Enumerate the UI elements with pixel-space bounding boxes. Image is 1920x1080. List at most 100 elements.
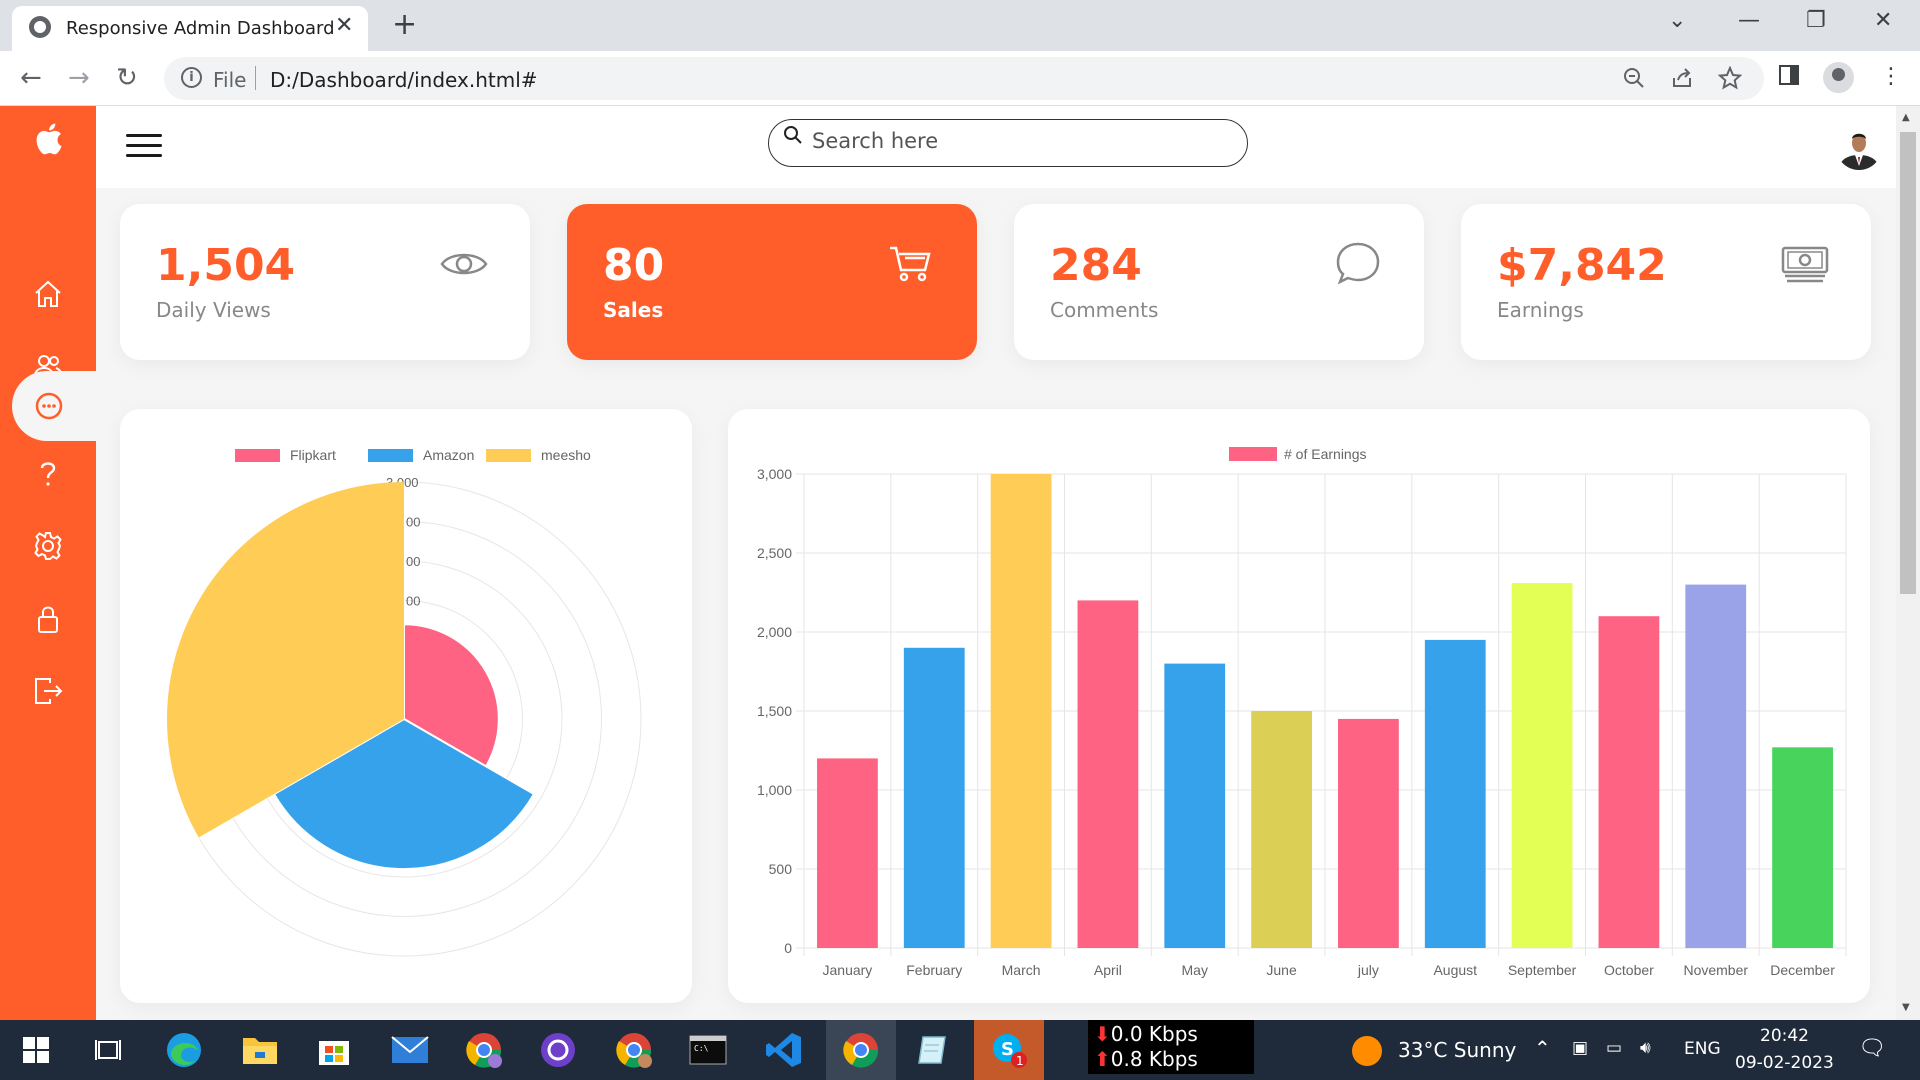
search-icon [784, 126, 802, 144]
minimize-icon[interactable]: — [1738, 8, 1760, 33]
address-bar[interactable]: i File D:/Dashboard/index.html# [164, 57, 1764, 100]
volume-icon[interactable]: 🔊︎ [1640, 1038, 1651, 1058]
task-view-icon[interactable] [86, 1028, 130, 1072]
chrome-profile-icon[interactable] [462, 1028, 506, 1072]
bar-december [1772, 747, 1833, 948]
page-scrollbar[interactable]: ▲ ▼ [1896, 106, 1920, 1020]
card-daily-views[interactable]: 1,504 Daily Views [120, 204, 530, 360]
bar-chart-card: # of Earnings 0 500 1,000 1,500 2,000 2,500 3,0… [728, 409, 1870, 1003]
sidebar-item-messages[interactable] [12, 371, 96, 441]
x-tick-label: April [1094, 962, 1122, 978]
polar-tick-label: 00 [406, 594, 420, 609]
globe-icon [29, 16, 51, 38]
url-text[interactable]: D:/Dashboard/index.html# [270, 68, 538, 92]
forward-arrow-icon[interactable]: → [68, 63, 90, 93]
card-comments[interactable]: 284 Comments [1014, 204, 1424, 360]
window-close-icon[interactable]: ✕ [1874, 8, 1892, 33]
bar-march [990, 474, 1052, 948]
vscode-icon[interactable] [762, 1028, 806, 1072]
windows-start-icon[interactable] [14, 1028, 58, 1072]
polar-area-chart: FlipkartAmazonmeesho3,000000000 [166, 447, 642, 957]
close-tab-icon[interactable]: ✕ [335, 15, 353, 37]
apple-logo-icon[interactable] [33, 122, 63, 156]
clock-time[interactable]: 20:42 [1760, 1026, 1809, 1046]
kebab-menu-icon[interactable]: ⋮ [1880, 64, 1902, 89]
legend-label: Amazon [423, 447, 474, 463]
cart-icon [890, 246, 931, 282]
bar-november [1685, 584, 1747, 948]
x-tick-label: july [1357, 962, 1379, 978]
scroll-down-icon[interactable]: ▼ [1902, 1002, 1910, 1013]
message-icon [35, 392, 63, 420]
battery-icon[interactable]: ▭ [1606, 1038, 1622, 1058]
notepad-icon[interactable] [912, 1028, 956, 1072]
sidebar [0, 106, 96, 1020]
bar-may [1164, 663, 1226, 948]
side-panel-icon[interactable] [1778, 64, 1800, 92]
x-tick-label: December [1770, 962, 1835, 978]
tray-expand-icon[interactable]: ⌃ [1534, 1036, 1551, 1060]
chrome-profile-2-icon[interactable] [612, 1028, 656, 1072]
eye-icon [440, 253, 488, 275]
search-box[interactable] [768, 119, 1248, 167]
x-tick-label: October [1604, 962, 1654, 978]
network-speed-widget: ⬇0.0 Kbps ⬆0.8 Kbps [1088, 1020, 1254, 1074]
x-tick-label: September [1508, 962, 1577, 978]
card-label: Earnings [1497, 298, 1584, 322]
y-tick-label: 2,500 [757, 545, 792, 561]
card-number: 80 [603, 240, 665, 291]
terminal-icon[interactable]: C:\ [686, 1028, 730, 1072]
meet-now-icon[interactable]: ▣ [1572, 1038, 1588, 1058]
sun-weather-icon[interactable] [1352, 1036, 1382, 1066]
card-label: Sales [603, 298, 664, 322]
chrome-active-icon[interactable] [826, 1020, 896, 1080]
legend-swatch [235, 449, 280, 462]
browser-tab[interactable]: Responsive Admin Dashboard ✕ [12, 6, 368, 51]
tab-search-chevron-icon[interactable]: ⌄ [1668, 8, 1686, 33]
github-desktop-icon[interactable] [536, 1028, 580, 1072]
x-tick-label: May [1182, 962, 1208, 978]
clock-date[interactable]: 09-02-2023 [1735, 1053, 1834, 1073]
menu-toggle-icon[interactable] [126, 134, 162, 158]
reload-icon[interactable]: ↻ [116, 63, 138, 93]
share-icon[interactable] [1670, 66, 1694, 96]
search-input[interactable] [812, 129, 1232, 153]
polar-tick-label: 00 [406, 515, 420, 530]
logout-icon [35, 678, 63, 704]
card-earnings[interactable]: $7,842 Earnings [1461, 204, 1871, 360]
card-sales[interactable]: 80 Sales [567, 204, 977, 360]
bar-april [1077, 600, 1139, 948]
new-tab-icon[interactable]: + [392, 8, 417, 42]
notification-center-icon[interactable]: 🗨︎ [1858, 1036, 1886, 1061]
skype-icon[interactable]: S1 [974, 1020, 1044, 1080]
browser-tab-strip: Responsive Admin Dashboard ✕ + ⌄ — ❐ ✕ [0, 0, 1920, 51]
y-tick-label: 0 [784, 940, 792, 956]
windows-taskbar: C:\ S1 ⬇0.0 Kbps ⬆0.8 Kbps 33°C Sunny ⌃ … [0, 1020, 1920, 1080]
net-down: 0.0 Kbps [1110, 1022, 1198, 1046]
sidebar-item-home[interactable] [0, 259, 96, 329]
scroll-up-icon[interactable]: ▲ [1902, 112, 1910, 123]
legend-label: Flipkart [290, 447, 336, 463]
sidebar-item-signout[interactable] [0, 656, 96, 726]
file-explorer-icon[interactable] [238, 1028, 282, 1072]
back-arrow-icon[interactable]: ← [20, 63, 42, 93]
language-indicator[interactable]: ENG [1684, 1039, 1721, 1059]
zoom-icon[interactable] [1622, 66, 1646, 96]
weather-text[interactable]: 33°C Sunny [1398, 1038, 1516, 1062]
profile-avatar-icon[interactable] [1823, 62, 1854, 93]
sidebar-item-password[interactable] [0, 584, 96, 654]
y-tick-label: 3,000 [757, 466, 792, 482]
microsoft-store-icon[interactable] [312, 1028, 356, 1072]
y-tick-label: 1,000 [757, 782, 792, 798]
user-avatar[interactable] [1836, 124, 1882, 170]
restore-icon[interactable]: ❐ [1806, 8, 1826, 33]
bar-september [1511, 583, 1573, 948]
info-icon[interactable]: i [181, 67, 202, 88]
bookmark-star-icon[interactable] [1717, 65, 1743, 96]
edge-icon[interactable] [162, 1028, 206, 1072]
help-icon [40, 462, 56, 486]
scroll-thumb[interactable] [1900, 132, 1916, 594]
sidebar-item-settings[interactable] [0, 511, 96, 581]
mail-icon[interactable] [388, 1028, 432, 1072]
sidebar-item-help[interactable] [0, 438, 96, 508]
